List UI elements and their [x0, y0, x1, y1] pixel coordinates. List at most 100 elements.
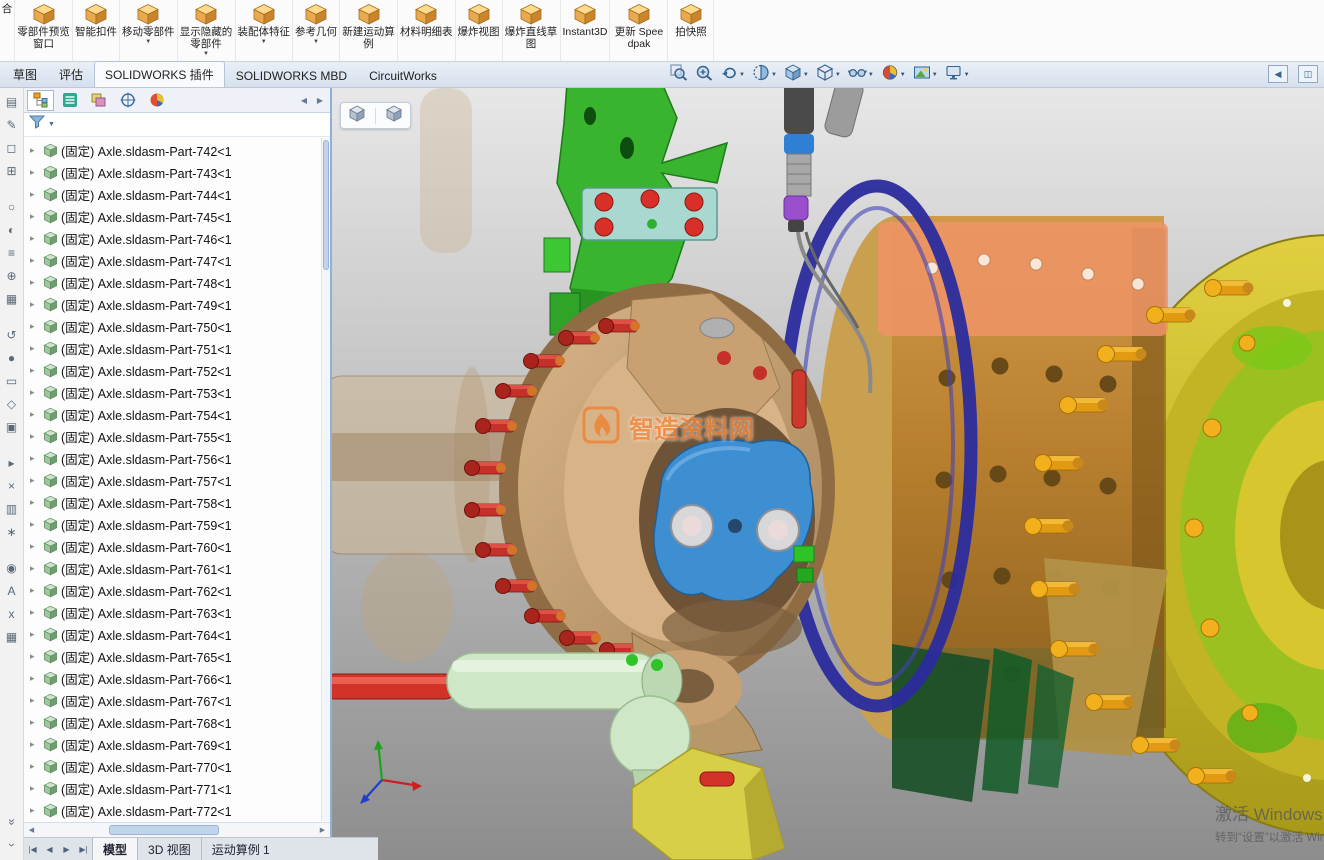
ribbon-button[interactable]: 爆炸视图: [456, 0, 503, 61]
grid-plus-icon[interactable]: ⊞: [3, 162, 21, 180]
diamond-icon[interactable]: ◇: [3, 395, 21, 413]
model-3d-view[interactable]: [332, 88, 1324, 860]
command-tab-1[interactable]: 草图: [2, 61, 48, 87]
viewport-cube-icon-2[interactable]: [385, 105, 403, 127]
suppress-x-icon[interactable]: x: [3, 605, 21, 623]
view-settings-icon[interactable]: ▼: [943, 63, 972, 87]
ribbon-button[interactable]: 装配体特征▼: [236, 0, 294, 61]
view-orientation-icon[interactable]: ▼: [782, 63, 811, 87]
list-lines-icon[interactable]: ≡: [3, 244, 21, 262]
expand-arrow-icon[interactable]: ▸: [30, 563, 40, 574]
filter-funnel-icon[interactable]: [29, 115, 45, 134]
expand-arrow-icon[interactable]: ▸: [30, 277, 40, 288]
tree-item[interactable]: ▸(固定) Axle.sldasm-Part-760<1: [24, 535, 330, 557]
tree-item[interactable]: ▸(固定) Axle.sldasm-Part-743<1: [24, 161, 330, 183]
tree-item[interactable]: ▸(固定) Axle.sldasm-Part-759<1: [24, 513, 330, 535]
expand-arrow-icon[interactable]: ▸: [30, 739, 40, 750]
ribbon-button[interactable]: 参考几何▼: [293, 0, 340, 61]
tree-item[interactable]: ▸(固定) Axle.sldasm-Part-763<1: [24, 601, 330, 623]
tree-vertical-scrollbar[interactable]: [321, 138, 330, 821]
pencil-icon[interactable]: ✎: [3, 116, 21, 134]
zoom-area-icon[interactable]: [693, 63, 715, 87]
tree-item[interactable]: ▸(固定) Axle.sldasm-Part-770<1: [24, 755, 330, 777]
split-pane-icon[interactable]: ◫: [1298, 65, 1318, 83]
expand-arrow-icon[interactable]: ▸: [30, 453, 40, 464]
expand-arrow-icon[interactable]: ▸: [30, 409, 40, 420]
drum-heat-shield[interactable]: [878, 222, 1168, 336]
viewport-cube-icon-1[interactable]: [348, 105, 366, 127]
ribbon-button[interactable]: 更新 Speedpak: [610, 0, 668, 61]
command-tab-3[interactable]: SOLIDWORKS 插件: [94, 61, 225, 87]
ribbon-button[interactable]: 拍快照: [668, 0, 714, 61]
tree-item[interactable]: ▸(固定) Axle.sldasm-Part-749<1: [24, 293, 330, 315]
chevron-down-icon[interactable]: ›: [3, 836, 21, 854]
expand-arrow-icon[interactable]: ▸: [30, 783, 40, 794]
bottom-tab-3[interactable]: 运动算例 1: [201, 838, 280, 860]
expand-arrow-icon[interactable]: ▸: [30, 607, 40, 618]
sphere-icon[interactable]: ◉: [3, 559, 21, 577]
tree-item[interactable]: ▸(固定) Axle.sldasm-Part-753<1: [24, 381, 330, 403]
pattern-grid-icon[interactable]: ▦: [3, 290, 21, 308]
filter-dropdown-caret-icon[interactable]: ▼: [48, 121, 55, 128]
tree-item[interactable]: ▸(固定) Axle.sldasm-Part-752<1: [24, 359, 330, 381]
expand-arrow-icon[interactable]: ▸: [30, 189, 40, 200]
tree-item[interactable]: ▸(固定) Axle.sldasm-Part-761<1: [24, 557, 330, 579]
expand-arrow-icon[interactable]: ▸: [30, 211, 40, 222]
ribbon-button[interactable]: 新建运动算例: [340, 0, 398, 61]
ribbon-button[interactable]: 零部件预览窗口: [15, 0, 73, 61]
tree-item[interactable]: ▸(固定) Axle.sldasm-Part-768<1: [24, 711, 330, 733]
scroll-track[interactable]: [39, 823, 315, 837]
motion-nav-icon-3[interactable]: ▶: [58, 845, 75, 854]
command-tab-2[interactable]: 评估: [48, 61, 94, 87]
tree-item[interactable]: ▸(固定) Axle.sldasm-Part-771<1: [24, 777, 330, 799]
tree-item[interactable]: ▸(固定) Axle.sldasm-Part-756<1: [24, 447, 330, 469]
table-cells-icon[interactable]: ▦: [3, 628, 21, 646]
tree-item[interactable]: ▸(固定) Axle.sldasm-Part-769<1: [24, 733, 330, 755]
chevron-double-down-icon[interactable]: »: [3, 813, 21, 831]
tree-item[interactable]: ▸(固定) Axle.sldasm-Part-750<1: [24, 315, 330, 337]
featuremanager-tab-icon[interactable]: [27, 90, 54, 111]
tree-horizontal-scrollbar[interactable]: ◀ ▶: [24, 822, 330, 837]
expand-arrow-icon[interactable]: ▸: [30, 145, 40, 156]
tree-item[interactable]: ▸(固定) Axle.sldasm-Part-742<1: [24, 139, 330, 161]
expand-arrow-icon[interactable]: ▸: [30, 255, 40, 266]
expand-arrow-icon[interactable]: ▸: [30, 695, 40, 706]
bottom-tab-1[interactable]: 模型: [92, 838, 137, 860]
tree-item[interactable]: ▸(固定) Axle.sldasm-Part-747<1: [24, 249, 330, 271]
display-style-icon[interactable]: ▼: [814, 63, 843, 87]
scroll-right-icon[interactable]: ▶: [315, 826, 330, 834]
scroll-left-icon[interactable]: ◀: [24, 826, 39, 834]
expand-arrow-icon[interactable]: ▸: [30, 431, 40, 442]
rotate-arrow-icon[interactable]: ↺: [3, 326, 21, 344]
ribbon-button[interactable]: 爆炸直线草图: [503, 0, 561, 61]
circle-icon[interactable]: ○: [3, 198, 21, 216]
tree-item[interactable]: ▸(固定) Axle.sldasm-Part-767<1: [24, 689, 330, 711]
ribbon-button[interactable]: 材料明细表: [398, 0, 456, 61]
ribbon-button[interactable]: 智能扣件: [73, 0, 120, 61]
motion-nav-icon-4[interactable]: ▶|: [75, 845, 92, 854]
ribbon-button[interactable]: Instant3D: [561, 0, 611, 61]
panel-rect-icon[interactable]: ▭: [3, 372, 21, 390]
configurationmanager-tab-icon[interactable]: [85, 90, 112, 111]
expand-arrow-icon[interactable]: ▸: [30, 585, 40, 596]
displaymanager-tab-icon[interactable]: [143, 90, 170, 111]
expand-arrow-icon[interactable]: ▸: [30, 761, 40, 772]
tree-item[interactable]: ▸(固定) Axle.sldasm-Part-751<1: [24, 337, 330, 359]
expand-arrow-icon[interactable]: ▸: [30, 343, 40, 354]
motion-nav-icon-1[interactable]: |◀: [24, 845, 41, 854]
expand-arrow-icon[interactable]: ▸: [30, 497, 40, 508]
expand-arrow-icon[interactable]: ▸: [30, 387, 40, 398]
tree-item[interactable]: ▸(固定) Axle.sldasm-Part-757<1: [24, 469, 330, 491]
ribbon-button[interactable]: 移动零部件▼: [120, 0, 178, 61]
tree-item[interactable]: ▸(固定) Axle.sldasm-Part-758<1: [24, 491, 330, 513]
tree-item[interactable]: ▸(固定) Axle.sldasm-Part-746<1: [24, 227, 330, 249]
letter-a-note-icon[interactable]: A: [3, 582, 21, 600]
tree-item[interactable]: ▸(固定) Axle.sldasm-Part-772<1: [24, 799, 330, 821]
clipboard-icon[interactable]: ▤: [3, 93, 21, 111]
propertymanager-tab-icon[interactable]: [56, 90, 83, 111]
tree-item[interactable]: ▸(固定) Axle.sldasm-Part-762<1: [24, 579, 330, 601]
expand-arrow-icon[interactable]: ▸: [30, 167, 40, 178]
ribbon-button[interactable]: 合: [0, 0, 15, 61]
sensor-plate[interactable]: [582, 188, 717, 240]
expand-arrow-icon[interactable]: ▸: [30, 673, 40, 684]
